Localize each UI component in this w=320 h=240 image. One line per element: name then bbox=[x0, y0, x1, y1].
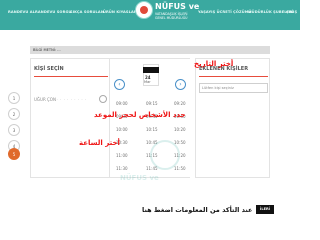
top-navigation-bar: RANDEVU AL RANDEVU SORGU SIKÇA SORULAN Ü… bbox=[0, 0, 300, 30]
time-slot[interactable]: 10:15 bbox=[146, 127, 158, 132]
page-1-button[interactable]: 1 bbox=[8, 92, 20, 104]
nav-randevu-sorgu[interactable]: RANDEVU SORGU bbox=[35, 10, 72, 14]
time-slot[interactable]: 10:00 bbox=[116, 127, 128, 132]
page-2-button[interactable]: 2 bbox=[8, 108, 20, 120]
logo-subtitle-2: GENEL MÜDÜRLÜĞÜ bbox=[155, 16, 188, 20]
panel-divider bbox=[34, 76, 108, 78]
date-month: Mar bbox=[144, 80, 151, 84]
nav-urun-kiyaslari[interactable]: ÜRÜN KIYASLARI bbox=[103, 10, 138, 14]
time-slot[interactable]: 10:20 bbox=[174, 127, 186, 132]
person-select-radio[interactable] bbox=[99, 95, 107, 103]
nav-randevu-al[interactable]: RANDEVU AL bbox=[8, 10, 35, 14]
added-people-text: Lütfen kişi seçiniz bbox=[202, 86, 234, 90]
nav-sikca-sorulan[interactable]: SIKÇA SORULAN bbox=[70, 10, 104, 14]
time-slot[interactable]: 09:20 bbox=[174, 101, 186, 106]
panel-divider bbox=[199, 76, 268, 78]
next-button[interactable]: İLERİ bbox=[256, 205, 274, 214]
next-date-button[interactable]: › bbox=[175, 79, 186, 90]
nav-yasayis-ucreti[interactable]: YAŞAYIŞ ÜCRETİ ÇÖZÜMÜ bbox=[198, 10, 251, 14]
watermark-seal-icon bbox=[150, 140, 180, 170]
time-slot[interactable]: 09:00 bbox=[116, 101, 128, 106]
annotation-choose-time: أختر الساعة bbox=[79, 139, 120, 147]
prev-date-button[interactable]: ‹ bbox=[114, 79, 125, 90]
time-slot[interactable]: 09:15 bbox=[146, 101, 158, 106]
person-panel-title: KİŞİ SEÇİN bbox=[34, 66, 64, 72]
logo-icon bbox=[135, 1, 153, 19]
nav-cikis[interactable]: ÇIKIŞ bbox=[286, 10, 297, 14]
page-3-button[interactable]: 3 bbox=[8, 124, 20, 136]
watermark-text: NÜFUS ve bbox=[120, 174, 159, 182]
info-bar: BİLGİ METNİ: ... bbox=[30, 46, 270, 54]
annotation-confirm: عند التأكد من المعلومات اضغط هنا bbox=[142, 206, 253, 214]
info-text: BİLGİ METNİ: ... bbox=[33, 47, 61, 52]
annotation-select-people: حدد الأشخاص لحجز الموعد bbox=[94, 111, 186, 119]
added-people-field[interactable]: Lütfen kişi seçiniz bbox=[199, 83, 268, 93]
watermark: NÜFUS ve bbox=[120, 140, 210, 200]
person-masked-info: · · · · · · · · · · bbox=[53, 97, 87, 102]
logo-title: NÜFUS ve bbox=[155, 2, 200, 11]
page-5-button-active[interactable]: 5 bbox=[8, 148, 20, 160]
date-header bbox=[143, 67, 159, 73]
annotation-choose-date: أختر التاريخ bbox=[194, 60, 234, 68]
